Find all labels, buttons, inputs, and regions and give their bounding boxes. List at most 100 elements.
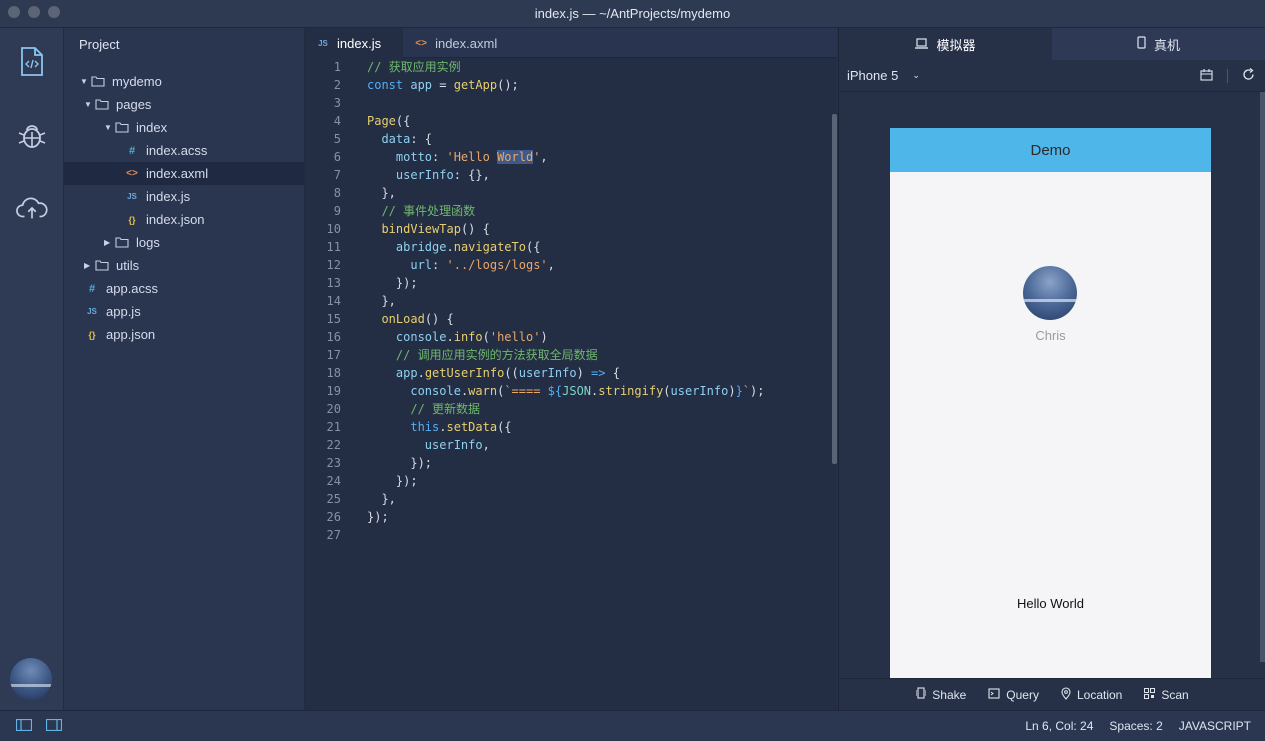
zoom-window-button[interactable] [48, 6, 60, 18]
window-controls[interactable] [8, 6, 60, 18]
tab-label: index.js [337, 35, 382, 51]
code-token: ({ [525, 240, 541, 254]
toggle-sidebar-icon[interactable] [15, 718, 33, 734]
tab-index-js[interactable]: JS index.js [305, 28, 404, 58]
chevron-right-icon[interactable]: ▶ [104, 238, 114, 247]
line-content: onLoad() { [341, 310, 453, 328]
tree-item-index-folder[interactable]: ▼ index [64, 116, 304, 139]
tree-item-utils[interactable]: ▶ utils [64, 254, 304, 277]
indentation-setting[interactable]: Spaces: 2 [1109, 719, 1162, 733]
device-select[interactable]: iPhone 5 ⌄ [847, 68, 920, 83]
code-token: { [605, 366, 620, 380]
code-line[interactable]: 26}); [305, 508, 837, 526]
code-line[interactable]: 16 console.info('hello') [305, 328, 837, 346]
tree-item-index-acss[interactable]: # index.acss [64, 139, 304, 162]
language-mode[interactable]: JAVASCRIPT [1179, 719, 1251, 733]
tree-item-index-js[interactable]: JS index.js [64, 185, 304, 208]
cloud-upload-icon[interactable] [16, 192, 48, 224]
tree-item-index-axml[interactable]: <> index.axml [64, 162, 304, 185]
code-line[interactable]: 24 }); [305, 472, 837, 490]
shake-button[interactable]: Shake [915, 687, 966, 702]
tree-item-mydemo[interactable]: ▼ mydemo [64, 70, 304, 93]
code-line[interactable]: 18 app.getUserInfo((userInfo) => { [305, 364, 837, 382]
close-window-button[interactable] [8, 6, 20, 18]
calendar-icon[interactable] [1200, 68, 1213, 84]
line-content: console.info('hello') [341, 328, 548, 346]
code-line[interactable]: 10 bindViewTap() { [305, 220, 837, 238]
code-line[interactable]: 21 this.setData({ [305, 418, 837, 436]
code-token: ` [742, 384, 751, 398]
simulator-scrollbar[interactable] [1260, 92, 1265, 662]
code-token: abridge [395, 240, 447, 254]
user-avatar[interactable] [1023, 266, 1077, 320]
line-content: Page({ [341, 112, 410, 130]
code-line[interactable]: 3 [305, 94, 837, 112]
line-content: }, [341, 292, 395, 310]
code-token: : { [410, 132, 433, 146]
tab-simulator[interactable]: 模拟器 [839, 28, 1052, 60]
location-button[interactable]: Location [1061, 686, 1122, 703]
line-content: data: { [341, 130, 432, 148]
line-content: // 更新数据 [341, 400, 480, 418]
code-line[interactable]: 20 // 更新数据 [305, 400, 837, 418]
tree-item-label: pages [116, 97, 152, 112]
code-line[interactable]: 1 // 获取应用实例 [305, 58, 837, 76]
tree-item-app-js[interactable]: JS app.js [64, 300, 304, 323]
line-number: 22 [326, 438, 341, 452]
chevron-down-icon[interactable]: ▼ [84, 100, 94, 109]
tab-label: index.axml [435, 35, 498, 51]
code-line[interactable]: 7 userInfo: {}, [305, 166, 837, 184]
refresh-icon[interactable] [1242, 67, 1255, 84]
chevron-right-icon[interactable]: ▶ [84, 261, 94, 270]
editor-scrollbar[interactable] [832, 114, 837, 464]
code-line[interactable]: 19 console.warn(`==== ${JSON.stringify(u… [305, 382, 837, 400]
cursor-position[interactable]: Ln 6, Col: 24 [1025, 719, 1093, 733]
code-line[interactable]: 13 }); [305, 274, 837, 292]
code-line[interactable]: 9 // 事件处理函数 [305, 202, 837, 220]
code-line[interactable]: 15 onLoad() { [305, 310, 837, 328]
code-line[interactable]: 14 }, [305, 292, 837, 310]
bug-icon[interactable] [16, 120, 48, 152]
code-token: ( [482, 330, 490, 344]
code-area[interactable]: 1// 获取应用实例 2 const app = getApp(); 3 4 Page({… [305, 58, 837, 544]
code-line[interactable]: 6 motto: 'Hello World', [305, 148, 837, 166]
phone-screen[interactable]: Demo Chris Hello World [890, 128, 1211, 678]
tab-index-axml[interactable]: <> index.axml [403, 28, 519, 58]
code-editor: JS index.js <> index.axml 1// 获取应用实例 2 con… [305, 28, 837, 710]
tree-item-index-json[interactable]: {} index.json [64, 208, 304, 231]
line-content: }); [341, 454, 432, 472]
activity-bar [0, 28, 64, 710]
code-line[interactable]: 27 [305, 526, 837, 544]
tree-item-app-acss[interactable]: # app.acss [64, 277, 304, 300]
line-number: 2 [333, 78, 341, 92]
code-token: onLoad [381, 312, 425, 326]
code-line[interactable]: 22 userInfo, [305, 436, 837, 454]
code-token: app [395, 366, 418, 380]
code-line[interactable]: 4 Page({ [305, 112, 837, 130]
code-line[interactable]: 25 }, [305, 490, 837, 508]
tree-item-app-json[interactable]: {} app.json [64, 323, 304, 346]
scan-button[interactable]: Scan [1144, 687, 1189, 702]
code-line[interactable]: 17 // 调用应用实例的方法获取全局数据 [305, 346, 837, 364]
minimize-window-button[interactable] [28, 6, 40, 18]
file-code-icon[interactable] [16, 46, 48, 78]
toggle-panel-icon[interactable] [45, 718, 63, 734]
chevron-down-icon[interactable]: ▼ [104, 123, 114, 132]
tab-real-device[interactable]: 真机 [1052, 28, 1265, 60]
tree-item-pages[interactable]: ▼ pages [64, 93, 304, 116]
code-line[interactable]: 23 }); [305, 454, 837, 472]
user-avatar[interactable] [10, 658, 52, 700]
code-token: , [540, 150, 548, 164]
code-line[interactable]: 11 abridge.navigateTo({ [305, 238, 837, 256]
code-line[interactable]: 5 data: { [305, 130, 837, 148]
line-number: 21 [326, 420, 341, 434]
code-line[interactable]: 8 }, [305, 184, 837, 202]
code-line[interactable]: 2 const app = getApp(); [305, 76, 837, 94]
code-token: '../logs/logs' [446, 258, 548, 272]
tree-item-logs[interactable]: ▶ logs [64, 231, 304, 254]
query-button[interactable]: Query [988, 688, 1039, 702]
code-line[interactable]: 12 url: '../logs/logs', [305, 256, 837, 274]
chevron-down-icon[interactable]: ▼ [80, 77, 90, 86]
